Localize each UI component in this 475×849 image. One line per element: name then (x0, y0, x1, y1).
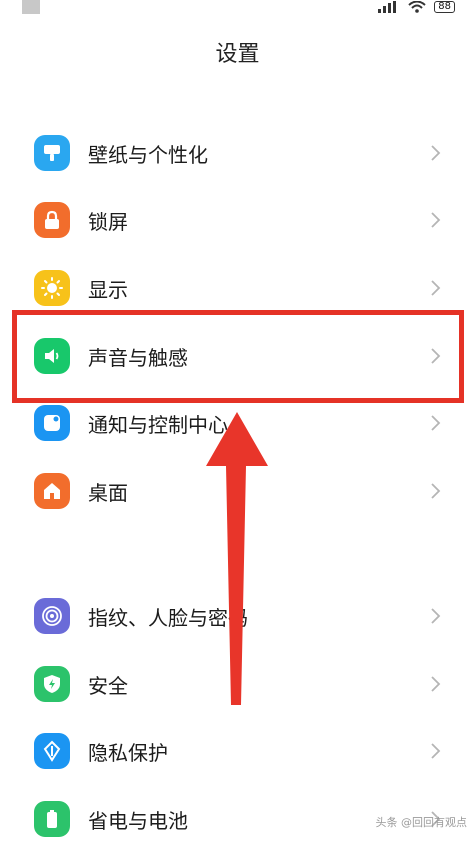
settings-item-label: 安全 (88, 674, 128, 698)
chevron-right-icon (431, 212, 441, 228)
settings-item-label: 省电与电池 (88, 809, 188, 833)
chevron-right-icon (431, 743, 441, 759)
chevron-right-icon (431, 415, 441, 431)
settings-item-lockscreen[interactable]: 锁屏 (0, 190, 475, 250)
chevron-right-icon (431, 483, 441, 499)
settings-item-display[interactable]: 显示 (0, 258, 475, 318)
wallpaper-icon (34, 135, 70, 171)
highlight-box (12, 310, 464, 403)
settings-item-fingerprint[interactable]: 指纹、人脸与密码 (0, 586, 475, 646)
settings-item-wallpaper[interactable]: 壁纸与个性化 (0, 123, 475, 183)
signal-icon (378, 1, 397, 13)
settings-item-privacy[interactable]: 隐私保护 (0, 721, 475, 781)
settings-item-label: 锁屏 (88, 210, 128, 234)
settings-item-label: 隐私保护 (88, 741, 168, 765)
page-title: 设置 (215, 42, 260, 67)
home-icon (34, 473, 70, 509)
status-right: 88 (378, 0, 455, 14)
notification-icon (34, 405, 70, 441)
settings-item-desktop[interactable]: 桌面 (0, 461, 475, 521)
lock-icon (34, 202, 70, 238)
settings-item-security[interactable]: 安全 (0, 654, 475, 714)
shield-icon (34, 666, 70, 702)
chevron-right-icon (431, 145, 441, 161)
wifi-icon (408, 1, 426, 13)
sun-icon (34, 270, 70, 306)
chevron-right-icon (431, 608, 441, 624)
watermark: 头条 @回回有观点 (375, 816, 468, 829)
chevron-right-icon (431, 280, 441, 296)
battery-indicator: 88 (434, 1, 455, 13)
privacy-icon (34, 733, 70, 769)
chevron-right-icon (431, 676, 441, 692)
settings-item-label: 壁纸与个性化 (88, 143, 208, 167)
settings-item-label: 桌面 (88, 481, 128, 505)
settings-item-label: 显示 (88, 278, 128, 302)
fingerprint-icon (34, 598, 70, 634)
status-left-block (22, 0, 40, 14)
status-bar: 88 (0, 0, 475, 20)
settings-item-label: 指纹、人脸与密码 (88, 606, 248, 630)
settings-item-label: 通知与控制中心 (88, 413, 228, 437)
